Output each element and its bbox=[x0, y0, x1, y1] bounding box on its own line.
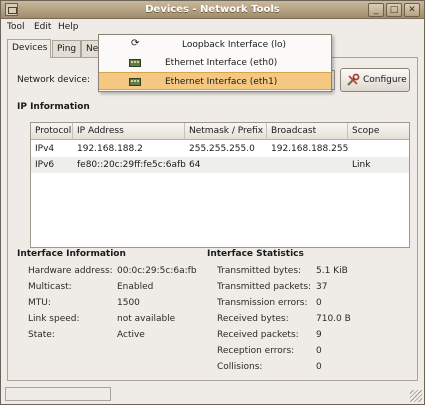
status-progress bbox=[5, 387, 111, 401]
transmission-errors-label: Transmission errors: bbox=[217, 298, 308, 308]
received-packets-value: 9 bbox=[316, 330, 322, 340]
transmitted-bytes-label: Transmitted bytes: bbox=[217, 266, 302, 276]
table-row[interactable]: IPv6 fe80::20c:29ff:fe5c:6afb 64 Link bbox=[31, 157, 409, 173]
ip-info-heading: IP Information bbox=[17, 102, 90, 112]
close-icon: ✕ bbox=[408, 5, 416, 15]
column-protocol[interactable]: Protocol bbox=[31, 123, 73, 140]
tab-ping[interactable]: Ping bbox=[52, 40, 81, 57]
network-device-dropdown[interactable]: ⟳ Loopback Interface (lo) Ethernet Inter… bbox=[98, 34, 332, 92]
received-packets-label: Received packets: bbox=[217, 330, 299, 340]
title-bar[interactable]: Devices - Network Tools _ □ ✕ bbox=[1, 1, 424, 19]
dropdown-option-label: Ethernet Interface (eth1) bbox=[165, 77, 278, 87]
configure-button[interactable]: Configure bbox=[340, 68, 410, 92]
menu-tool[interactable]: Tool bbox=[7, 22, 24, 32]
received-bytes-value: 710.0 B bbox=[316, 314, 351, 324]
ethernet-icon bbox=[129, 78, 141, 86]
cell-netmask: 64 bbox=[189, 160, 201, 170]
state-value: Active bbox=[117, 330, 145, 340]
maximize-icon: □ bbox=[389, 5, 399, 15]
close-button[interactable]: ✕ bbox=[404, 3, 420, 17]
mtu-label: MTU: bbox=[28, 298, 51, 308]
cell-protocol: IPv6 bbox=[35, 160, 55, 170]
link-speed-label: Link speed: bbox=[28, 314, 80, 324]
interface-stats-heading: Interface Statistics bbox=[207, 249, 304, 259]
reception-errors-value: 0 bbox=[316, 346, 322, 356]
menu-edit[interactable]: Edit bbox=[34, 22, 51, 32]
mtu-value: 1500 bbox=[117, 298, 140, 308]
dropdown-option-eth1[interactable]: Ethernet Interface (eth1) bbox=[99, 72, 331, 90]
transmitted-packets-label: Transmitted packets: bbox=[217, 282, 312, 292]
column-scope[interactable]: Scope bbox=[348, 123, 409, 140]
column-netmask[interactable]: Netmask / Prefix bbox=[185, 123, 267, 140]
hardware-address-label: Hardware address: bbox=[28, 266, 113, 276]
ethernet-icon bbox=[129, 59, 141, 67]
transmission-errors-value: 0 bbox=[316, 298, 322, 308]
ip-table-header: Protocol IP Address Netmask / Prefix Bro… bbox=[31, 123, 409, 140]
column-broadcast[interactable]: Broadcast bbox=[267, 123, 348, 140]
collisions-value: 0 bbox=[316, 362, 322, 372]
ip-table[interactable]: Protocol IP Address Netmask / Prefix Bro… bbox=[30, 122, 410, 248]
tab-devices[interactable]: Devices bbox=[7, 39, 51, 58]
network-tools-window: Devices - Network Tools _ □ ✕ Tool Edit … bbox=[0, 0, 425, 405]
transmitted-packets-value: 37 bbox=[316, 282, 328, 292]
cell-scope: Link bbox=[352, 160, 371, 170]
configure-icon bbox=[347, 73, 360, 86]
collisions-label: Collisions: bbox=[217, 362, 263, 372]
multicast-value: Enabled bbox=[117, 282, 154, 292]
dropdown-option-eth0[interactable]: Ethernet Interface (eth0) bbox=[99, 54, 331, 72]
cell-protocol: IPv4 bbox=[35, 144, 55, 154]
multicast-label: Multicast: bbox=[28, 282, 72, 292]
hardware-address-value: 00:0c:29:5c:6a:fb bbox=[117, 266, 197, 276]
dropdown-option-lo[interactable]: ⟳ Loopback Interface (lo) bbox=[99, 36, 331, 54]
status-bar bbox=[1, 384, 424, 404]
minimize-button[interactable]: _ bbox=[368, 3, 384, 17]
column-ip-address[interactable]: IP Address bbox=[73, 123, 185, 140]
dropdown-option-label: Loopback Interface (lo) bbox=[181, 40, 286, 50]
minimize-icon: _ bbox=[373, 5, 379, 15]
cell-ip: fe80::20c:29ff:fe5c:6afb bbox=[77, 160, 186, 170]
reception-errors-label: Reception errors: bbox=[217, 346, 295, 356]
network-device-label: Network device: bbox=[17, 75, 91, 85]
configure-label: Configure bbox=[363, 75, 407, 85]
cell-ip: 192.168.188.2 bbox=[77, 144, 143, 154]
cell-netmask: 255.255.255.0 bbox=[189, 144, 255, 154]
cell-broadcast: 192.168.188.255 bbox=[271, 144, 349, 154]
menu-help[interactable]: Help bbox=[58, 22, 79, 32]
dropdown-option-label: Ethernet Interface (eth0) bbox=[165, 58, 278, 68]
maximize-button[interactable]: □ bbox=[386, 3, 402, 17]
table-row[interactable]: IPv4 192.168.188.2 255.255.255.0 192.168… bbox=[31, 141, 409, 157]
devices-panel: Network device: Configure IP Information… bbox=[7, 57, 418, 381]
resize-grip-icon[interactable] bbox=[410, 390, 422, 402]
interface-info-heading: Interface Information bbox=[17, 249, 126, 259]
window-title: Devices - Network Tools bbox=[145, 4, 280, 15]
transmitted-bytes-value: 5.1 KiB bbox=[316, 266, 348, 276]
link-speed-value: not available bbox=[117, 314, 176, 324]
received-bytes-label: Received bytes: bbox=[217, 314, 289, 324]
state-label: State: bbox=[28, 330, 55, 340]
